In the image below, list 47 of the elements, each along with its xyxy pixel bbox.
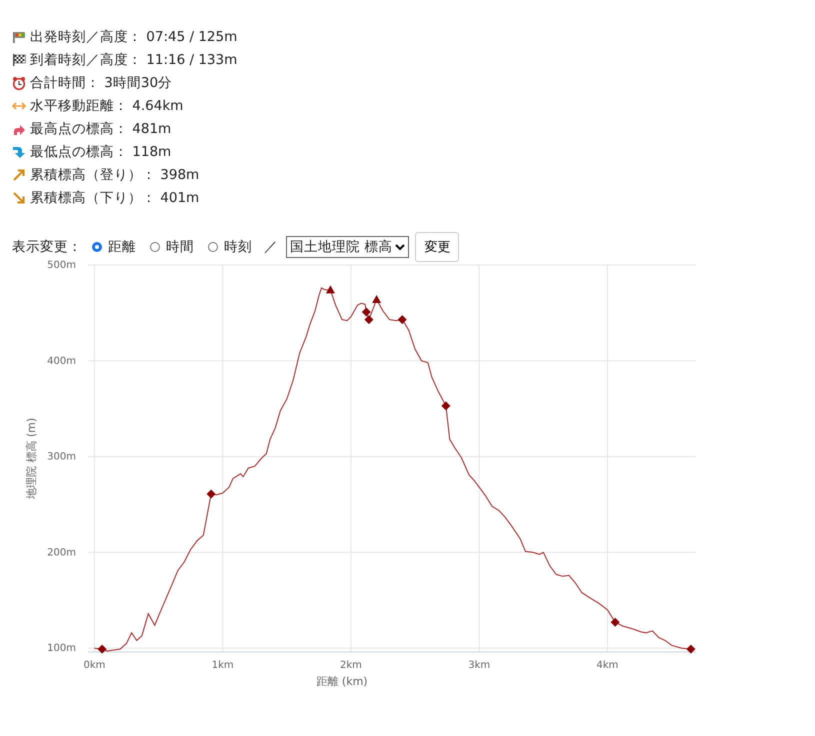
flag-icon (12, 30, 26, 44)
radio-button[interactable] (150, 242, 160, 252)
down-right-arrow-icon (12, 190, 26, 204)
stat-text: 累積標高（下り）： 401m (30, 188, 200, 206)
change-button[interactable]: 変更 (415, 232, 460, 262)
y-tick-label: 200m (47, 547, 76, 558)
radio-label[interactable]: 時刻 (224, 238, 252, 256)
x-tick-label: 0km (83, 660, 106, 671)
diamond-marker (364, 315, 374, 324)
x-tick-label: 2km (340, 660, 362, 671)
diamond-marker (398, 315, 407, 324)
stat-text: 累積標高（登り）： 398m (30, 166, 200, 184)
diamond-marker (686, 644, 696, 654)
x-tick-label: 4km (596, 660, 618, 671)
display-change-label: 表示変更： (12, 238, 82, 256)
radio-button[interactable] (92, 242, 102, 252)
diamond-marker (441, 401, 450, 410)
diamond-marker (206, 489, 216, 498)
triangle-marker (372, 294, 382, 303)
x-tick-label: 3km (468, 660, 490, 671)
diamond-marker (610, 618, 620, 627)
x-axis-title: 距離 (km) (316, 675, 368, 688)
y-tick-label: 100m (47, 643, 76, 654)
diamond-marker (98, 644, 107, 654)
stat-text: 合計時間： 3時間30分 (30, 74, 172, 92)
caret-icon (395, 243, 406, 251)
stat-text: 最低点の標高： 118m (30, 142, 172, 160)
radio-button[interactable] (208, 242, 218, 252)
separator: ／ (264, 238, 278, 256)
stat-text: 出発時刻／高度： 07:45 / 125m (30, 28, 238, 46)
up-right-arrow-icon (12, 168, 26, 182)
alarm-clock-icon (12, 76, 26, 90)
diamond-marker (362, 307, 371, 316)
triangle-marker (326, 285, 335, 294)
y-tick-label: 300m (47, 452, 76, 463)
y-tick-label: 500m (47, 260, 76, 271)
checkered-flag-icon (12, 52, 26, 66)
x-tick-label: 1km (212, 660, 234, 671)
y-axis-title: 地理院 標高 (m) (25, 418, 38, 500)
source-select[interactable]: 国土地理院 標高 (286, 236, 410, 258)
radio-label[interactable]: 時間 (166, 238, 194, 256)
stat-text: 最高点の標高： 481m (30, 120, 172, 138)
y-tick-label: 400m (47, 356, 76, 367)
radio-label[interactable]: 距離 (108, 238, 136, 256)
stat-text: 到着時刻／高度： 11:16 / 133m (30, 50, 238, 68)
stat-text: 水平移動距離： 4.64km (30, 96, 184, 114)
down-turn-arrow-icon (12, 144, 26, 158)
